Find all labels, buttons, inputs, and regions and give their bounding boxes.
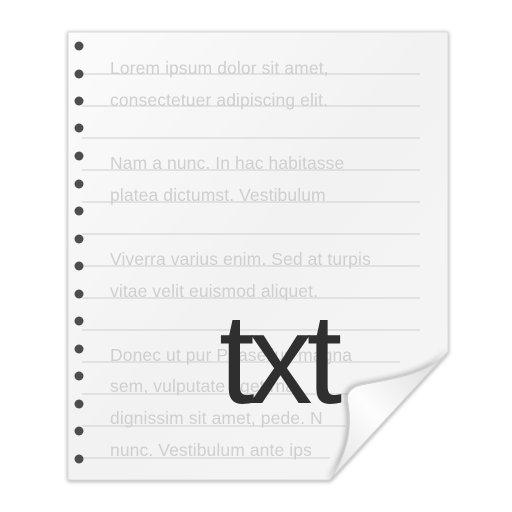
page-curl: [329, 351, 449, 481]
text-document-icon: Lorem ipsum dolor sit amet, consectetuer…: [0, 0, 512, 512]
